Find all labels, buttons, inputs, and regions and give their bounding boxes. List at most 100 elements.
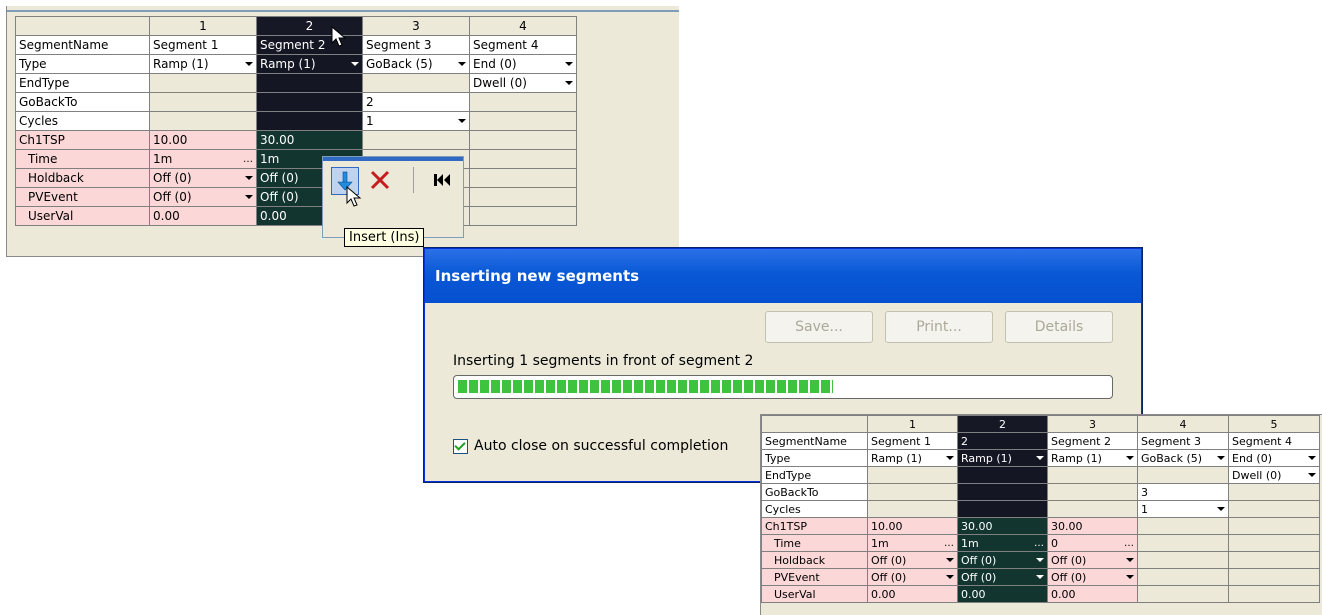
grid-cell[interactable] xyxy=(957,466,1048,484)
grid-cell[interactable]: 1m… xyxy=(867,534,958,552)
column-header[interactable]: 4 xyxy=(469,16,577,36)
grid-cell[interactable] xyxy=(256,111,363,131)
grid-cell[interactable]: Dwell (0) xyxy=(1228,466,1320,484)
save-button[interactable]: Save... xyxy=(765,311,873,343)
grid-cell[interactable] xyxy=(1228,534,1320,552)
dropdown-arrow-icon[interactable] xyxy=(351,62,359,66)
grid-cell[interactable] xyxy=(867,500,958,518)
grid-cell[interactable]: Segment 3 xyxy=(1137,432,1229,450)
grid-cell[interactable] xyxy=(1228,517,1320,535)
grid-cell[interactable]: Off (0) xyxy=(867,568,958,586)
dropdown-arrow-icon[interactable] xyxy=(1036,558,1044,562)
grid-cell[interactable] xyxy=(1228,585,1320,603)
grid-cell[interactable]: Off (0) xyxy=(867,551,958,569)
grid-cell[interactable]: Off (0) xyxy=(1047,568,1138,586)
grid-cell[interactable]: 0… xyxy=(1047,534,1138,552)
grid-cell[interactable] xyxy=(1137,568,1229,586)
grid-cell[interactable]: Segment 3 xyxy=(362,35,470,55)
grid-cell[interactable] xyxy=(1047,483,1138,501)
dropdown-arrow-icon[interactable] xyxy=(946,456,954,460)
grid-cell[interactable] xyxy=(149,92,257,112)
grid-cell[interactable] xyxy=(1137,534,1229,552)
column-header[interactable]: 5 xyxy=(1228,415,1320,433)
grid-cell[interactable] xyxy=(957,500,1048,518)
grid-cell[interactable] xyxy=(469,168,577,188)
grid-cell[interactable]: 1m… xyxy=(149,149,257,169)
grid-cell[interactable] xyxy=(362,130,470,150)
dropdown-arrow-icon[interactable] xyxy=(458,119,466,123)
dropdown-arrow-icon[interactable] xyxy=(565,81,573,85)
grid-cell[interactable] xyxy=(1137,585,1229,603)
print-button[interactable]: Print... xyxy=(885,311,993,343)
grid-cell[interactable] xyxy=(256,92,363,112)
column-header[interactable]: 4 xyxy=(1137,415,1229,433)
dropdown-arrow-icon[interactable] xyxy=(1308,473,1316,477)
grid-cell[interactable]: Segment 1 xyxy=(149,35,257,55)
grid-cell[interactable] xyxy=(1137,517,1229,535)
grid-cell[interactable] xyxy=(1228,551,1320,569)
column-header[interactable]: 2 xyxy=(957,415,1048,433)
dropdown-arrow-icon[interactable] xyxy=(1217,507,1225,511)
column-header[interactable]: 3 xyxy=(1047,415,1138,433)
dropdown-arrow-icon[interactable] xyxy=(458,62,466,66)
dropdown-arrow-icon[interactable] xyxy=(1308,456,1316,460)
grid-cell[interactable] xyxy=(1137,551,1229,569)
dropdown-arrow-icon[interactable] xyxy=(1036,456,1044,460)
grid-cell[interactable]: Segment 4 xyxy=(469,35,577,55)
grid-cell[interactable] xyxy=(469,111,577,131)
grid-cell[interactable]: Ramp (1) xyxy=(256,54,363,74)
grid-cell[interactable]: GoBack (5) xyxy=(1137,449,1229,467)
details-button[interactable]: Details xyxy=(1005,311,1113,343)
grid-cell[interactable] xyxy=(1047,500,1138,518)
grid-cell[interactable] xyxy=(469,130,577,150)
grid-cell[interactable]: Ramp (1) xyxy=(149,54,257,74)
grid-cell[interactable]: Ramp (1) xyxy=(867,449,958,467)
ellipsis-icon[interactable]: … xyxy=(1124,538,1134,549)
column-header[interactable]: 1 xyxy=(867,415,958,433)
grid-cell[interactable]: Dwell (0) xyxy=(469,73,577,93)
dropdown-arrow-icon[interactable] xyxy=(245,176,253,180)
grid-cell[interactable]: End (0) xyxy=(469,54,577,74)
delete-button[interactable] xyxy=(367,167,393,193)
dialog-title[interactable]: Inserting new segments xyxy=(425,249,1141,303)
ellipsis-icon[interactable]: … xyxy=(944,538,954,549)
dropdown-arrow-icon[interactable] xyxy=(946,575,954,579)
grid-cell[interactable] xyxy=(1137,466,1229,484)
grid-cell[interactable]: 10.00 xyxy=(867,517,958,535)
grid-cell[interactable] xyxy=(867,466,958,484)
dropdown-arrow-icon[interactable] xyxy=(946,558,954,562)
grid-cell[interactable] xyxy=(469,206,577,226)
grid-cell[interactable]: Off (0) xyxy=(957,551,1048,569)
grid-cell[interactable] xyxy=(867,483,958,501)
ellipsis-icon[interactable]: … xyxy=(243,154,253,165)
grid-cell[interactable]: 2 xyxy=(362,92,470,112)
dropdown-arrow-icon[interactable] xyxy=(565,62,573,66)
grid-cell[interactable] xyxy=(469,149,577,169)
first-segment-button[interactable] xyxy=(429,167,455,193)
grid-cell[interactable]: Off (0) xyxy=(957,568,1048,586)
grid-cell[interactable]: 2 xyxy=(957,432,1048,450)
grid-cell[interactable]: 30.00 xyxy=(957,517,1048,535)
grid-cell[interactable]: 0.00 xyxy=(867,585,958,603)
grid-cell[interactable]: Segment 2 xyxy=(1047,432,1138,450)
grid-cell[interactable]: Ramp (1) xyxy=(1047,449,1138,467)
grid-cell[interactable]: 1m… xyxy=(957,534,1048,552)
grid-cell[interactable]: 1 xyxy=(362,111,470,131)
grid-cell[interactable] xyxy=(362,73,470,93)
grid-cell[interactable]: Off (0) xyxy=(149,168,257,188)
grid-cell[interactable]: 0.00 xyxy=(149,206,257,226)
dropdown-arrow-icon[interactable] xyxy=(1126,575,1134,579)
grid-cell[interactable]: Segment 1 xyxy=(867,432,958,450)
grid-cell[interactable]: 10.00 xyxy=(149,130,257,150)
dropdown-arrow-icon[interactable] xyxy=(1036,575,1044,579)
grid-cell[interactable] xyxy=(1228,483,1320,501)
grid-cell[interactable] xyxy=(957,483,1048,501)
dropdown-arrow-icon[interactable] xyxy=(1126,558,1134,562)
grid-cell[interactable]: 3 xyxy=(1137,483,1229,501)
ellipsis-icon[interactable]: … xyxy=(1034,538,1044,549)
grid-cell[interactable] xyxy=(149,73,257,93)
grid-cell[interactable] xyxy=(469,187,577,207)
column-header[interactable]: 3 xyxy=(362,16,470,36)
column-header[interactable]: 1 xyxy=(149,16,257,36)
grid-cell[interactable]: End (0) xyxy=(1228,449,1320,467)
